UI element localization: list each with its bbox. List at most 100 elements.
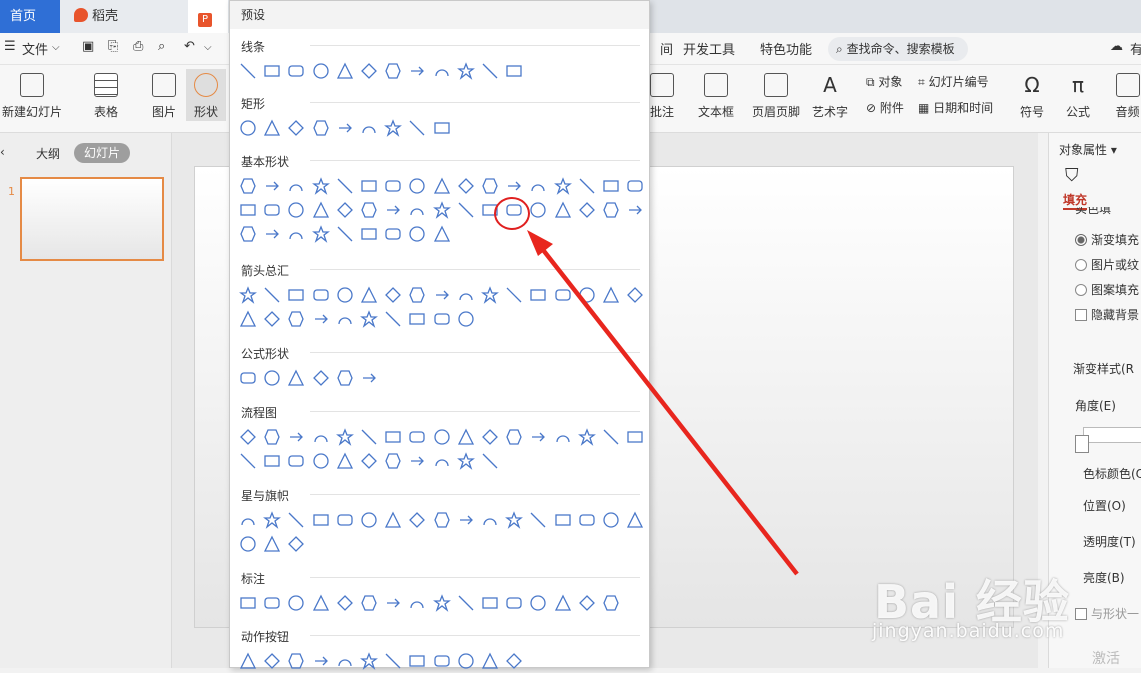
shape-option[interactable] xyxy=(236,366,260,390)
undo-icon[interactable]: ↶ xyxy=(184,39,195,54)
header-footer-button[interactable]: 页眉页脚 xyxy=(750,73,802,120)
shape-option[interactable] xyxy=(309,649,333,673)
shape-option[interactable] xyxy=(502,508,526,532)
shape-option[interactable] xyxy=(454,198,478,222)
shape-option[interactable] xyxy=(405,425,429,449)
shape-option[interactable] xyxy=(405,449,429,473)
shape-option[interactable] xyxy=(357,449,381,473)
shape-option[interactable] xyxy=(260,449,284,473)
shape-option[interactable] xyxy=(381,116,405,140)
shape-option[interactable] xyxy=(454,425,478,449)
shape-option[interactable] xyxy=(478,174,502,198)
shape-option[interactable] xyxy=(623,283,647,307)
datetime-button[interactable]: ▦ 日期和时间 xyxy=(918,99,993,116)
shape-option[interactable] xyxy=(309,366,333,390)
shape-option[interactable] xyxy=(284,425,308,449)
shape-option[interactable] xyxy=(454,307,478,331)
shape-option[interactable] xyxy=(550,174,574,198)
rotate-with-shape-option[interactable]: 与形状一 xyxy=(1075,605,1139,622)
shape-option[interactable] xyxy=(575,174,599,198)
shape-option[interactable] xyxy=(260,649,284,673)
shape-option[interactable] xyxy=(357,283,381,307)
shape-option[interactable] xyxy=(599,198,623,222)
shape-option[interactable] xyxy=(526,508,550,532)
shape-option[interactable] xyxy=(309,59,333,83)
shape-option[interactable] xyxy=(478,649,502,673)
shape-option[interactable] xyxy=(333,307,357,331)
shape-option[interactable] xyxy=(454,449,478,473)
shape-option[interactable] xyxy=(405,116,429,140)
shape-option[interactable] xyxy=(333,591,357,615)
tab-home[interactable]: 首页 xyxy=(0,0,60,33)
shape-option[interactable] xyxy=(478,59,502,83)
shape-option[interactable] xyxy=(405,222,429,246)
shape-option[interactable] xyxy=(623,425,647,449)
picture-fill-option[interactable]: 图片或纹 xyxy=(1075,256,1139,273)
shape-option[interactable] xyxy=(260,425,284,449)
shape-option[interactable] xyxy=(357,508,381,532)
shape-option[interactable] xyxy=(430,649,454,673)
shape-option[interactable] xyxy=(236,59,260,83)
shape-option[interactable] xyxy=(454,649,478,673)
shape-option[interactable] xyxy=(260,116,284,140)
tab-document[interactable]: P 图 xyxy=(188,0,228,57)
shape-option[interactable] xyxy=(381,649,405,673)
shape-option[interactable] xyxy=(284,174,308,198)
shape-option[interactable] xyxy=(526,198,550,222)
shape-option[interactable] xyxy=(599,283,623,307)
shape-option[interactable] xyxy=(260,222,284,246)
menu-file[interactable]: 文件 xyxy=(22,39,48,58)
preview-icon[interactable]: ⌕ xyxy=(158,39,165,54)
wordart-button[interactable]: A 艺术字 xyxy=(808,73,852,120)
shape-option[interactable] xyxy=(623,174,647,198)
shape-option[interactable] xyxy=(381,198,405,222)
shape-option[interactable] xyxy=(599,508,623,532)
shape-option[interactable] xyxy=(454,174,478,198)
solid-fill-option[interactable]: 实色填 xyxy=(1075,207,1111,215)
shape-option[interactable] xyxy=(526,425,550,449)
tab-outline[interactable]: 大纲 xyxy=(36,145,60,162)
shape-option[interactable] xyxy=(575,591,599,615)
menu-right-label[interactable]: 有 xyxy=(1130,39,1141,58)
shape-option[interactable] xyxy=(284,449,308,473)
shape-option[interactable] xyxy=(599,591,623,615)
shape-option[interactable] xyxy=(309,116,333,140)
shape-option[interactable] xyxy=(309,591,333,615)
shape-option[interactable] xyxy=(454,591,478,615)
shape-option[interactable] xyxy=(381,174,405,198)
shape-option[interactable] xyxy=(284,198,308,222)
textbox-button[interactable]: 文本框 xyxy=(692,73,740,120)
shape-option[interactable] xyxy=(357,222,381,246)
shape-option[interactable] xyxy=(333,425,357,449)
shape-option[interactable] xyxy=(357,649,381,673)
shape-option[interactable] xyxy=(357,366,381,390)
shape-option[interactable] xyxy=(502,649,526,673)
picture-button[interactable]: 图片 xyxy=(144,73,184,120)
shape-option[interactable] xyxy=(454,59,478,83)
shape-option[interactable] xyxy=(550,425,574,449)
shape-option[interactable] xyxy=(260,283,284,307)
shape-option[interactable] xyxy=(236,649,260,673)
shape-option[interactable] xyxy=(333,59,357,83)
shape-option[interactable] xyxy=(284,59,308,83)
pattern-fill-option[interactable]: 图案填充 xyxy=(1075,281,1139,298)
shape-option[interactable] xyxy=(381,449,405,473)
menu-dev-tools[interactable]: 开发工具 xyxy=(683,39,735,58)
shape-option[interactable] xyxy=(236,283,260,307)
shape-option[interactable] xyxy=(478,449,502,473)
shape-option[interactable] xyxy=(405,508,429,532)
shape-option[interactable] xyxy=(309,508,333,532)
shape-option[interactable] xyxy=(381,508,405,532)
shape-option[interactable] xyxy=(236,532,260,556)
shape-option[interactable] xyxy=(236,174,260,198)
shape-option[interactable] xyxy=(599,174,623,198)
gradient-stop-handle[interactable] xyxy=(1075,435,1089,453)
shape-option[interactable] xyxy=(260,198,284,222)
shape-option[interactable] xyxy=(236,508,260,532)
shape-option[interactable] xyxy=(430,425,454,449)
table-button[interactable]: 表格 xyxy=(86,73,126,120)
shape-option[interactable] xyxy=(381,222,405,246)
shape-option[interactable] xyxy=(405,591,429,615)
shape-option[interactable] xyxy=(430,198,454,222)
shape-option[interactable] xyxy=(284,532,308,556)
